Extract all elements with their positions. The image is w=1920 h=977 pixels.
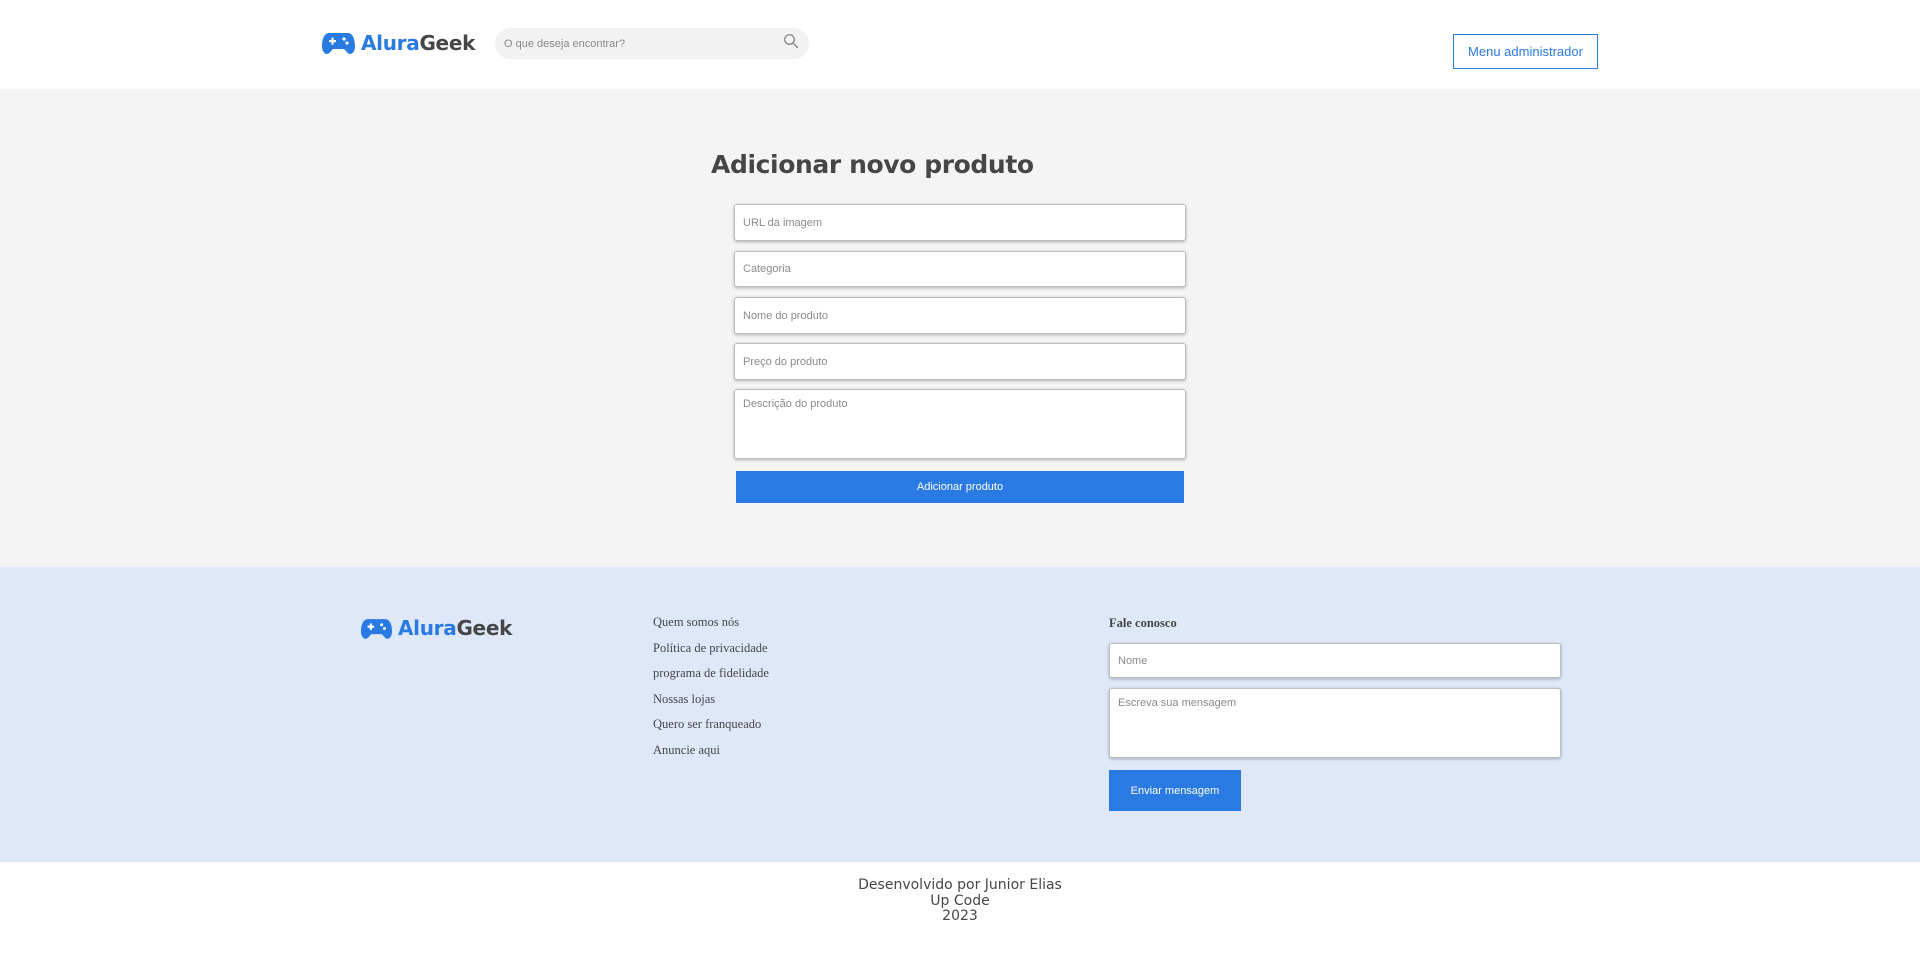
category-input[interactable]: [734, 251, 1186, 287]
contact-title: Fale conosco: [1109, 616, 1177, 630]
footer-link-about[interactable]: Quem somos nós: [653, 615, 769, 641]
brand-part-alura: Alura: [361, 30, 420, 55]
brand-part-geek: Geek: [456, 616, 513, 640]
product-description-textarea[interactable]: [734, 389, 1186, 459]
footer-link-loyalty[interactable]: programa de fidelidade: [653, 666, 769, 692]
contact-message-textarea[interactable]: [1109, 688, 1561, 758]
image-url-input[interactable]: [734, 204, 1186, 241]
site-footer: AluraGeek Quem somos nós Política de pri…: [0, 567, 1920, 862]
product-price-input[interactable]: [734, 343, 1186, 380]
header-logo[interactable]: AluraGeek: [322, 30, 475, 55]
footer-logo[interactable]: AluraGeek: [361, 616, 512, 640]
search-icon[interactable]: [783, 33, 799, 49]
credits-year: 2023: [942, 908, 978, 924]
add-product-button[interactable]: Adicionar produto: [736, 471, 1184, 503]
search-input[interactable]: [495, 28, 775, 59]
credits: Desenvolvido por Junior Elias Up Code 20…: [0, 862, 1920, 977]
brand-part-geek: Geek: [419, 30, 476, 55]
brand-name: AluraGeek: [398, 616, 512, 640]
footer-link-privacy[interactable]: Política de privacidade: [653, 641, 769, 667]
page-title: Adicionar novo produto: [711, 150, 1034, 179]
footer-links: Quem somos nós Política de privacidade p…: [653, 615, 769, 768]
gamepad-icon: [322, 33, 355, 54]
admin-menu-button[interactable]: Menu administrador: [1453, 34, 1598, 69]
product-name-input[interactable]: [734, 297, 1186, 334]
site-header: AluraGeek Menu administrador: [0, 0, 1920, 89]
send-message-button[interactable]: Enviar mensagem: [1109, 770, 1241, 811]
main-content: Adicionar novo produto Adicionar produto: [0, 89, 1920, 567]
gamepad-icon: [361, 619, 392, 639]
credits-author: Desenvolvido por Junior Elias: [858, 877, 1062, 893]
footer-link-franchise[interactable]: Quero ser franqueado: [653, 717, 769, 743]
footer-link-stores[interactable]: Nossas lojas: [653, 692, 769, 718]
footer-link-advertise[interactable]: Anuncie aqui: [653, 743, 769, 769]
contact-name-input[interactable]: [1109, 643, 1561, 678]
brand-name: AluraGeek: [361, 31, 475, 55]
credits-company: Up Code: [930, 892, 990, 909]
brand-part-alura: Alura: [398, 616, 457, 640]
search-bar: [495, 28, 809, 59]
